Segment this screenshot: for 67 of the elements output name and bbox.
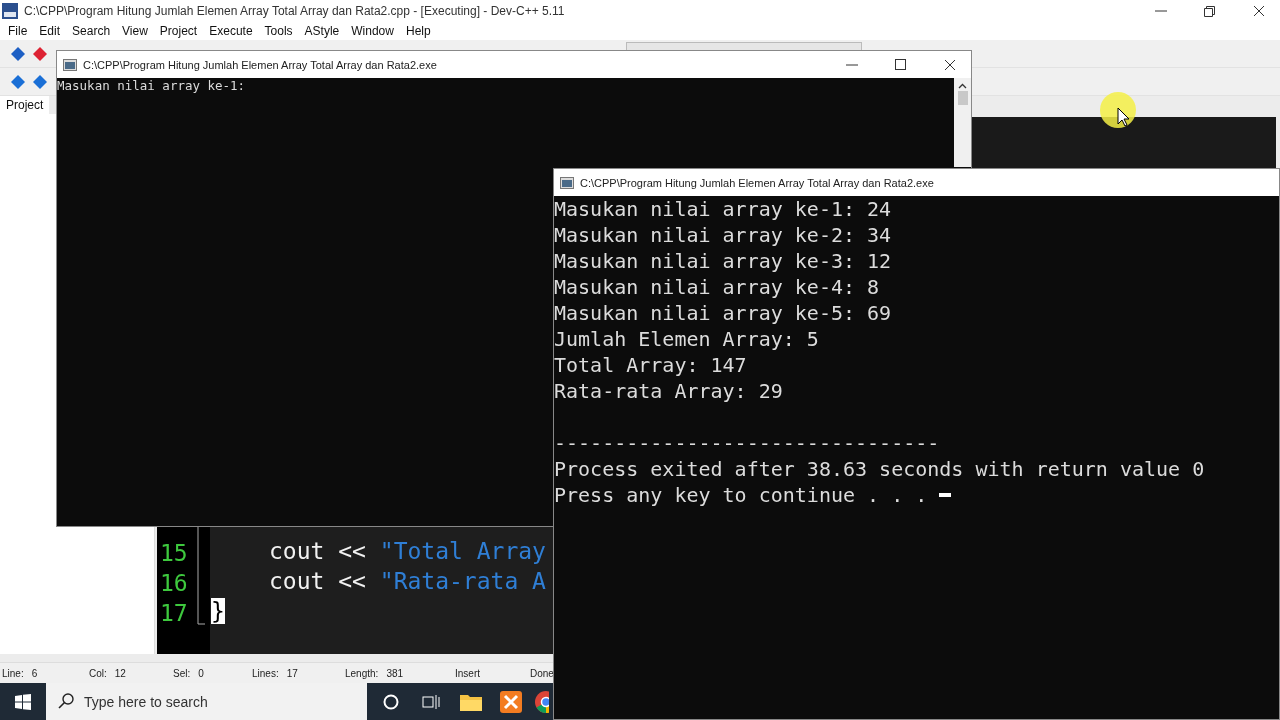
status-label: Sel: (173, 667, 191, 679)
status-value: 6 (31, 667, 38, 679)
mouse-pointer-icon (1098, 90, 1138, 130)
console-separator: -------------------------------- (554, 430, 940, 456)
menu-item[interactable]: View (116, 24, 154, 38)
menu-item[interactable]: Project (153, 24, 204, 38)
console-line: Masukan nilai array ke-2: 34 (554, 222, 892, 248)
menu-item[interactable]: Window (345, 24, 400, 38)
window-title: C:\CPP\Program Hitung Jumlah Elemen Array Total Array dan Rata2.exe (83, 58, 438, 71)
status-label: Length: (345, 667, 379, 679)
console-line: Total Array: 147 (554, 352, 747, 378)
string-literal: "Rata-rata A (379, 568, 546, 594)
close-icon (943, 58, 956, 71)
line-number: 15 (159, 539, 189, 568)
circle-icon (383, 693, 399, 710)
status-label: Insert (455, 667, 480, 679)
menu-item[interactable]: Execute (203, 24, 259, 38)
status-label: Col: (89, 667, 107, 679)
menu-item[interactable]: Tools (258, 24, 299, 38)
console-line: Masukan nilai array ke-1: (57, 78, 246, 94)
window-title: C:\CPP\Program Hitung Jumlah Elemen Array Total Array dan Rata2.cpp - [Executing] - Dev-C++ 5.11 (24, 4, 566, 18)
console-icon (63, 58, 77, 71)
window-title: C:\CPP\Program Hitung Jumlah Elemen Array Total Array dan Rata2.exe (580, 176, 935, 189)
minimize-icon (845, 63, 858, 66)
console-line: Process exited after 38.63 seconds with return value 0 (554, 456, 1205, 482)
console-line: Masukan nilai array ke-1: 24 (554, 196, 892, 222)
folder-icon (460, 692, 482, 711)
status-value: 12 (114, 667, 126, 679)
scroll-up-icon[interactable] (958, 83, 967, 89)
restore-icon (1204, 5, 1215, 17)
console-icon (560, 176, 574, 189)
console-line: Rata-rata Array: 29 (554, 378, 783, 404)
text-cursor (939, 493, 952, 497)
xampp-icon (500, 690, 522, 713)
console-line: Jumlah Elemen Array: 5 (554, 326, 819, 352)
search-icon (58, 693, 74, 709)
minimize-icon (1154, 10, 1167, 12)
menu-item[interactable]: Search (66, 24, 117, 38)
status-label: Line: (2, 667, 24, 679)
app-logo-icon (2, 3, 18, 19)
console-line: Press any key to continue . . . (554, 482, 929, 508)
menu-item[interactable]: Help (399, 24, 437, 38)
console-line: Masukan nilai array ke-5: 69 (554, 300, 892, 326)
console-line: Masukan nilai array ke-4: 8 (554, 274, 880, 300)
scrollbar[interactable] (954, 78, 971, 167)
line-number: 16 (159, 569, 189, 598)
status-value: 0 (198, 667, 204, 679)
search-field[interactable]: Type here to search (46, 683, 367, 720)
code-text: cout << (269, 568, 367, 594)
code-text: cout << (269, 538, 367, 564)
menu-item[interactable]: Edit (33, 24, 67, 38)
task-view-icon (422, 693, 440, 710)
maximize-icon (895, 59, 906, 70)
menu-item[interactable]: File (2, 24, 34, 38)
menu-item[interactable]: AStyle (298, 24, 346, 38)
status-label: Lines: (252, 667, 279, 679)
close-icon (1252, 5, 1265, 17)
code-text: } (211, 598, 225, 624)
console-line: Masukan nilai array ke-3: 12 (554, 248, 892, 274)
status-value: 17 (286, 667, 298, 679)
windows-logo-icon (15, 693, 31, 710)
project-tab[interactable]: Project (0, 96, 50, 114)
status-label: Done (530, 667, 554, 679)
status-value: 381 (386, 667, 404, 679)
scroll-thumb[interactable] (957, 91, 968, 105)
line-number: 17 (159, 599, 189, 628)
string-literal: "Total Array (379, 538, 546, 564)
